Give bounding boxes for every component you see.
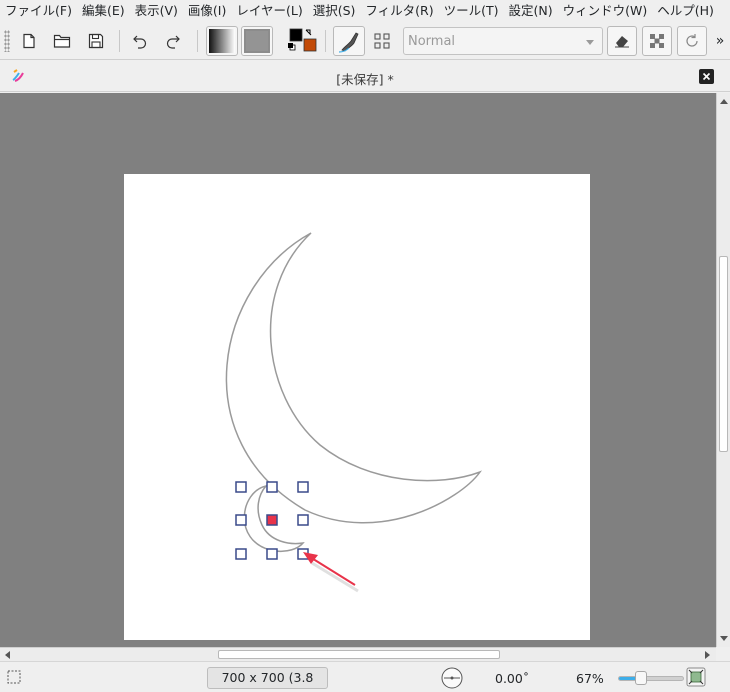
rotation-value: 0.00˚: [495, 671, 530, 686]
open-folder-icon: [53, 34, 71, 48]
image-size-button[interactable]: 700 x 700 (3.8 MiB): [207, 667, 328, 692]
workspace-button[interactable]: [368, 26, 396, 56]
toolbar-separator: [325, 30, 326, 52]
vertical-scrollbar[interactable]: [716, 93, 730, 647]
menu-select[interactable]: 選択(S): [308, 0, 361, 22]
gradient-icon: [209, 29, 235, 53]
canvas-artwork[interactable]: [124, 174, 590, 640]
menu-filter[interactable]: フィルタ(R): [360, 0, 438, 22]
close-document-button[interactable]: [699, 69, 714, 84]
horizontal-scrollbar[interactable]: [0, 647, 716, 661]
menu-edit[interactable]: 編集(E): [77, 0, 130, 22]
rotation-icon[interactable]: [440, 666, 464, 690]
gradient-button[interactable]: [206, 26, 238, 56]
menu-bar: ファイル(F) 編集(E) 表示(V) 画像(I) レイヤー(L) 選択(S) …: [0, 0, 730, 22]
menu-window[interactable]: ウィンドウ(W): [558, 0, 653, 22]
arrow-pointer-icon: [303, 552, 359, 593]
color-selector[interactable]: [284, 26, 318, 56]
save-icon: [88, 33, 104, 49]
transform-handle: [235, 548, 247, 560]
fit-view-icon[interactable]: [686, 667, 706, 687]
transform-handle: [297, 514, 309, 526]
horizontal-scroll-thumb[interactable]: [218, 650, 500, 659]
alpha-lock-button[interactable]: [642, 26, 672, 56]
menu-file[interactable]: ファイル(F): [0, 0, 77, 22]
menu-image[interactable]: 画像(I): [183, 0, 231, 22]
menu-settings[interactable]: 設定(N): [504, 0, 558, 22]
menu-help[interactable]: ヘルプ(H): [652, 0, 719, 22]
blend-mode-value: Normal: [408, 34, 456, 49]
document-tab-bar: [未保存] *: [0, 61, 730, 92]
reload-icon: [686, 34, 698, 47]
transform-center-handle[interactable]: [266, 514, 278, 526]
save-button[interactable]: [83, 26, 109, 56]
reload-preset-button[interactable]: [677, 26, 707, 56]
menu-view[interactable]: 表示(V): [130, 0, 183, 22]
selection-mode-icon[interactable]: [7, 670, 21, 684]
undo-button[interactable]: [127, 26, 153, 56]
brush-preset-button[interactable]: [333, 26, 365, 56]
transform-handle: [235, 514, 247, 526]
scroll-left-icon[interactable]: [5, 651, 10, 659]
zoom-slider[interactable]: [618, 671, 684, 685]
toolbar-separator: [119, 30, 120, 52]
scroll-right-icon[interactable]: [705, 651, 710, 659]
open-button[interactable]: [49, 26, 75, 56]
document-title: [未保存] *: [336, 72, 394, 87]
zoom-value[interactable]: 67%: [576, 671, 604, 686]
workspace-icon: [374, 33, 390, 49]
crescent-moon-large: [225, 232, 483, 524]
new-document-icon: [23, 33, 35, 49]
undo-icon: [133, 35, 147, 49]
blend-mode-select[interactable]: Normal: [403, 27, 603, 55]
transform-handle: [235, 481, 247, 493]
close-icon: [702, 72, 711, 81]
chevron-down-icon: [586, 40, 594, 45]
canvas-paper[interactable]: [124, 174, 590, 640]
main-toolbar: Normal »: [0, 22, 730, 60]
vertical-scroll-thumb[interactable]: [719, 256, 728, 452]
pattern-icon: [244, 29, 270, 53]
new-document-button[interactable]: [16, 26, 42, 56]
color-swap-icon: [288, 28, 317, 52]
brush-preset-icon: [338, 32, 359, 53]
scroll-up-icon[interactable]: [720, 99, 728, 104]
zoom-slider-handle[interactable]: [635, 671, 647, 685]
transform-handle: [266, 481, 278, 493]
canvas-area[interactable]: [0, 93, 716, 647]
redo-icon: [166, 35, 180, 49]
toolbar-separator: [197, 30, 198, 52]
status-bar: 700 x 700 (3.8 MiB) 0.00˚ 67%: [0, 661, 730, 692]
transform-handle: [266, 548, 278, 560]
alpha-lock-icon: [650, 34, 664, 48]
redo-button[interactable]: [160, 26, 186, 56]
pattern-button[interactable]: [241, 26, 273, 56]
toolbar-grip-icon[interactable]: [4, 30, 10, 52]
eraser-mode-button[interactable]: [607, 26, 637, 56]
toolbar-overflow-button[interactable]: »: [711, 26, 729, 56]
eraser-icon: [615, 36, 629, 48]
scroll-down-icon[interactable]: [720, 636, 728, 641]
menu-layer[interactable]: レイヤー(L): [231, 0, 307, 22]
transform-handle: [297, 481, 309, 493]
menu-tools[interactable]: ツール(T): [439, 0, 504, 22]
